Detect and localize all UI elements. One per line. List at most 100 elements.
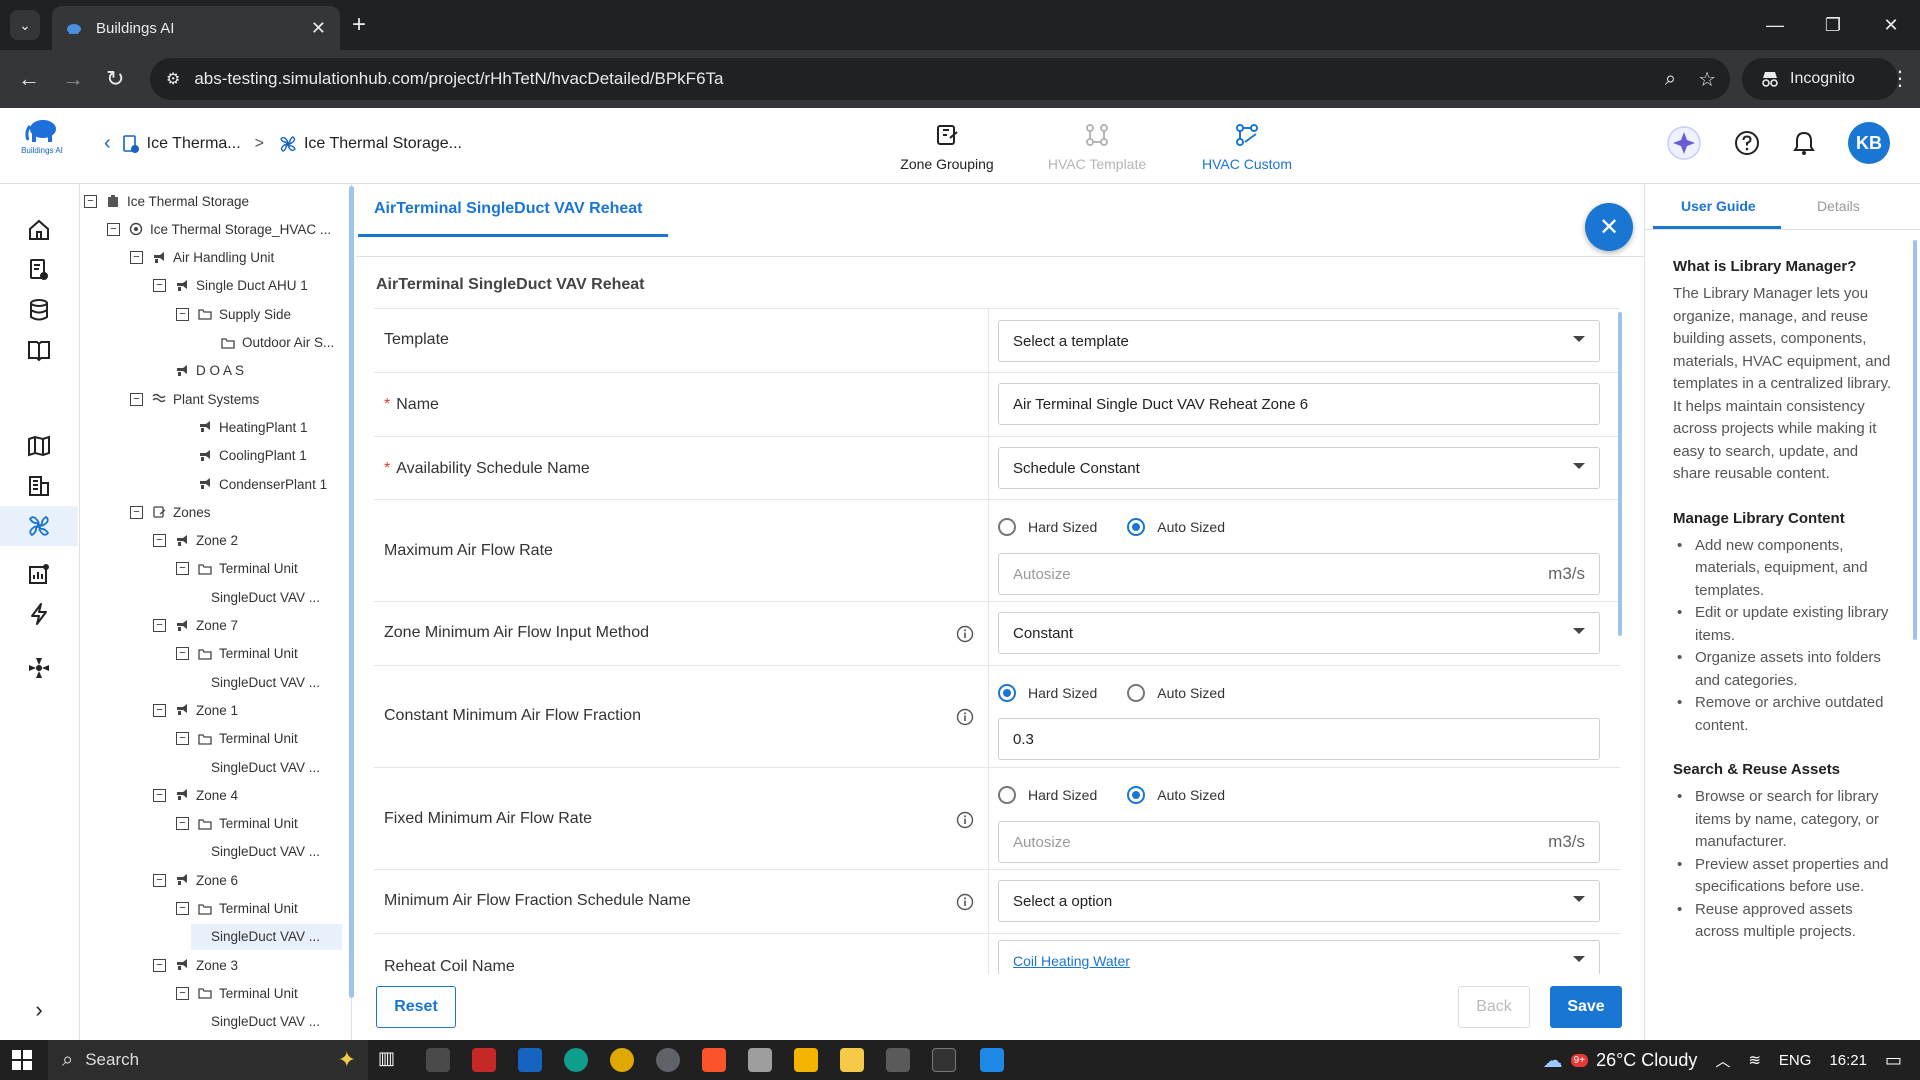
tree-collapse-toggle[interactable]: − [130, 251, 143, 265]
taskbar-app-icon[interactable] [748, 1048, 772, 1072]
close-window-icon[interactable]: ✕ [1862, 0, 1920, 50]
template-select[interactable]: Select a template [998, 320, 1600, 362]
brave-browser-icon[interactable] [702, 1048, 726, 1072]
rail-home[interactable] [0, 210, 78, 250]
tree-collapse-toggle[interactable]: − [176, 817, 189, 831]
radio-hard-sized[interactable] [998, 684, 1016, 702]
tree-collapse-toggle[interactable]: − [153, 788, 166, 802]
rail-hvac[interactable] [0, 506, 78, 546]
rail-expand[interactable]: › [0, 990, 78, 1030]
new-tab-icon[interactable]: + [352, 11, 366, 39]
ai-assistant-icon[interactable] [1666, 125, 1702, 161]
url-text[interactable]: abs-testing.simulationhub.com/project/rH… [194, 69, 1643, 89]
chrome-browser-icon[interactable] [610, 1048, 634, 1072]
file-explorer-icon[interactable] [794, 1048, 818, 1072]
reload-icon[interactable]: ↻ [106, 66, 124, 92]
toolnav-hvac-template[interactable]: HVAC Template [1022, 120, 1172, 172]
tree-node[interactable]: − Terminal Unit [176, 641, 342, 667]
taskbar-app-icon[interactable] [518, 1048, 542, 1072]
tree-node[interactable]: − Ice Thermal Storage_HVAC ... [107, 216, 342, 242]
tree-node[interactable]: SingleDuct VAV ... [191, 923, 342, 950]
reheat-coil-select[interactable]: Coil Heating Water [998, 940, 1600, 974]
toolnav-zone-grouping[interactable]: Zone Grouping [872, 120, 1022, 172]
breadcrumb-item-project[interactable]: Ice Therma... [147, 135, 241, 153]
max-air-flow-input[interactable]: Autosize m3/s [998, 553, 1600, 595]
tree-node[interactable]: − Terminal Unit [176, 811, 342, 837]
notifications-bell-icon[interactable] [1792, 130, 1816, 156]
tree-scrollbar[interactable] [349, 186, 354, 998]
name-input[interactable]: Air Terminal Single Duct VAV Reheat Zone… [998, 383, 1600, 425]
zoom-icon[interactable]: ⌕ [1665, 68, 1676, 91]
tree-node[interactable]: − Zones [130, 499, 342, 525]
back-button[interactable]: Back [1458, 986, 1530, 1028]
radio-hard-sized[interactable] [998, 518, 1016, 536]
tree-node[interactable]: HeatingPlant 1 [176, 414, 342, 440]
tree-collapse-toggle[interactable]: − [176, 307, 189, 321]
tree-node[interactable]: − Zone 3 [153, 952, 342, 978]
tree-collapse-toggle[interactable]: − [130, 392, 143, 406]
tree-node[interactable]: − Zone 1 [153, 697, 342, 723]
browser-tab-active[interactable]: Buildings AI ✕ [52, 6, 340, 50]
rail-energy[interactable] [0, 594, 78, 634]
browser-menu-icon[interactable]: ⋮ [1890, 66, 1910, 91]
info-icon[interactable] [956, 893, 974, 911]
sticky-notes-icon[interactable] [840, 1048, 864, 1072]
radio-auto-sized[interactable] [1127, 786, 1146, 804]
tree-node[interactable]: − Supply Side [176, 301, 342, 327]
restore-window-icon[interactable]: ❐ [1804, 0, 1862, 50]
back-arrow-icon[interactable]: ← [18, 66, 40, 92]
site-settings-icon[interactable]: ⚙ [166, 69, 180, 89]
tree-collapse-toggle[interactable]: − [176, 986, 189, 1000]
windows-start-icon[interactable] [12, 1050, 32, 1070]
tree-node[interactable]: − Terminal Unit [176, 726, 342, 752]
breadcrumb-back-icon[interactable]: ‹ [104, 132, 111, 155]
tree-node[interactable]: − Terminal Unit [176, 980, 342, 1006]
breadcrumb-item-hvac[interactable]: Ice Thermal Storage... [304, 135, 462, 153]
info-icon[interactable] [956, 811, 974, 829]
taskbar-app-icon[interactable] [426, 1048, 450, 1072]
tree-node[interactable]: CoolingPlant 1 [176, 443, 342, 469]
tray-chevron-up-icon[interactable]: ︿ [1715, 1050, 1730, 1071]
help-icon[interactable] [1734, 130, 1760, 156]
wifi-icon[interactable]: ≋ [1748, 1051, 1761, 1069]
address-bar[interactable]: ⚙ abs-testing.simulationhub.com/project/… [150, 58, 1730, 100]
tree-node[interactable]: SingleDuct VAV ... [199, 1009, 342, 1035]
editor-tab[interactable]: AirTerminal SingleDuct VAV Reheat [374, 200, 643, 218]
rail-library[interactable] [0, 330, 78, 370]
rail-projects[interactable] [0, 250, 78, 290]
task-view-icon[interactable]: ▥ [378, 1048, 402, 1072]
tree-node[interactable]: − Ice Thermal Storage [84, 188, 342, 214]
toolnav-hvac-custom[interactable]: HVAC Custom [1172, 120, 1322, 172]
forward-arrow-icon[interactable]: → [62, 66, 84, 92]
radio-auto-sized[interactable] [1127, 684, 1146, 702]
tree-node[interactable]: − Air Handling Unit [130, 245, 342, 271]
vscode-icon[interactable] [980, 1048, 1004, 1072]
taskbar-search[interactable]: ⌕ Search ✦ [48, 1040, 368, 1080]
rail-map[interactable] [0, 426, 78, 466]
language-indicator[interactable]: ENG [1779, 1052, 1812, 1069]
tree-collapse-toggle[interactable]: − [153, 873, 166, 887]
tree-node[interactable]: − Terminal Unit [176, 556, 342, 582]
taskbar-app-icon[interactable] [886, 1048, 910, 1072]
tree-collapse-toggle[interactable]: − [176, 732, 189, 746]
save-button[interactable]: Save [1550, 986, 1622, 1028]
min-fraction-schedule-select[interactable]: Select a option [998, 880, 1600, 922]
tree-collapse-toggle[interactable]: − [153, 619, 166, 632]
tree-node[interactable]: − Zone 6 [153, 867, 342, 893]
incognito-indicator[interactable]: Incognito [1742, 58, 1898, 100]
info-icon[interactable] [956, 625, 974, 643]
notification-center-icon[interactable]: ▭ [1885, 1050, 1902, 1071]
minimize-window-icon[interactable]: — [1746, 0, 1804, 50]
radio-auto-sized[interactable] [1127, 518, 1146, 536]
tree-collapse-toggle[interactable]: − [130, 505, 143, 519]
rail-reports[interactable] [0, 554, 78, 594]
tree-collapse-toggle[interactable]: − [176, 647, 189, 661]
const-min-fraction-input[interactable]: 0.3 [998, 718, 1600, 760]
tree-collapse-toggle[interactable]: − [176, 562, 189, 576]
tree-node[interactable]: Outdoor Air S... [199, 330, 342, 356]
rail-database[interactable] [0, 290, 78, 330]
tree-collapse-toggle[interactable]: − [153, 958, 166, 972]
tree-node[interactable]: − Single Duct AHU 1 [153, 273, 342, 299]
tree-node[interactable]: SingleDuct VAV ... [199, 584, 342, 610]
tree-node[interactable]: − Zone 2 [153, 528, 342, 554]
